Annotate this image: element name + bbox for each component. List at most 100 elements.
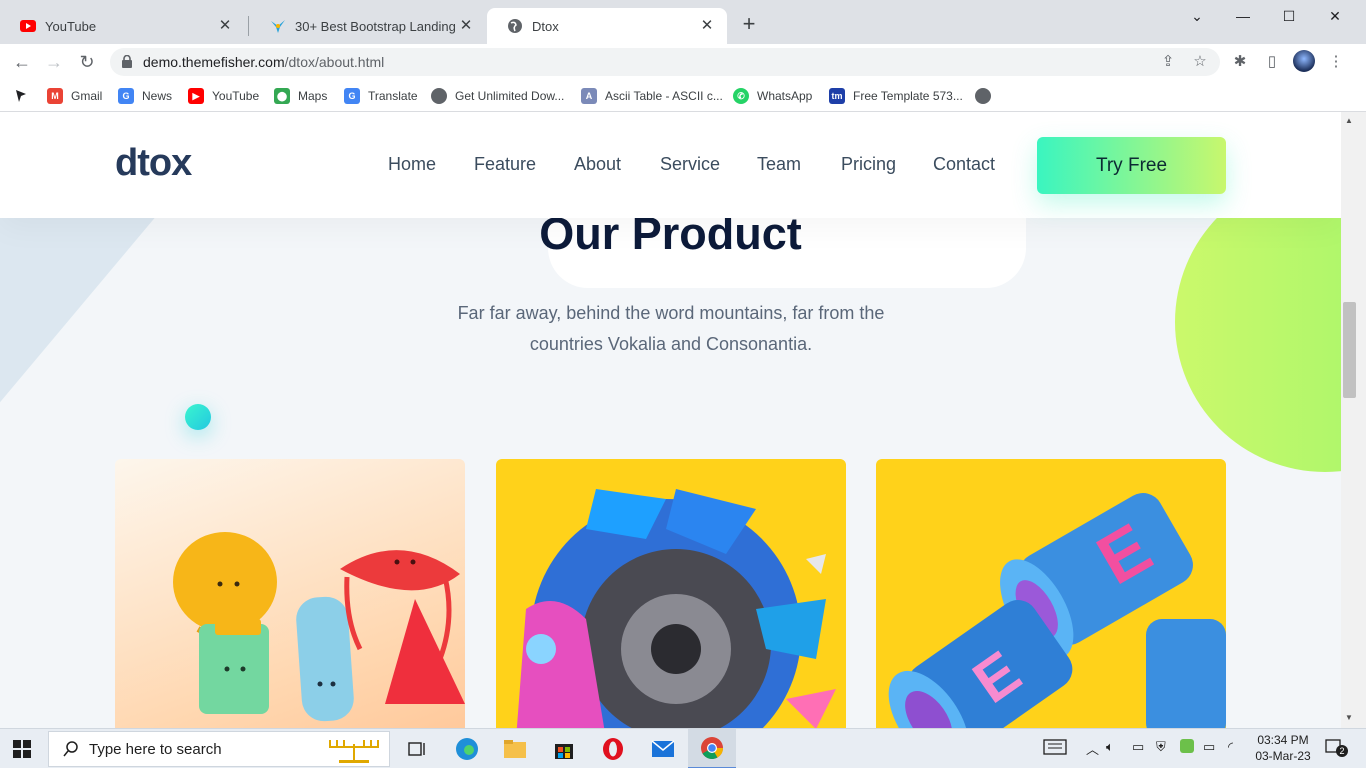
file-explorer-icon[interactable] <box>501 735 529 763</box>
bird-icon <box>270 18 286 34</box>
edge-icon[interactable] <box>453 735 481 763</box>
page-viewport: Our Product Far far away, behind the wor… <box>0 112 1341 728</box>
system-clock[interactable]: 03:34 PM 03-Mar-23 <box>1248 732 1318 764</box>
browser-tab-bar: YouTube ✕ 30+ Best Bootstrap Landing Pag… <box>0 0 1366 44</box>
maps-icon: ⬤ <box>274 88 290 104</box>
volume-icon[interactable]: 🔈︎ <box>1106 739 1114 755</box>
scroll-up-icon[interactable]: ▲ <box>1344 116 1354 126</box>
globe-icon <box>975 88 991 104</box>
bookmark-ascii-table[interactable]: A Ascii Table - ASCII c... <box>581 85 723 107</box>
bookmark-news[interactable]: G News <box>118 85 172 107</box>
bookmark-free-template[interactable]: tm Free Template 573... <box>829 85 963 107</box>
site-header: dtox Home Feature About Service Team Pri… <box>0 112 1341 218</box>
page-scrollbar[interactable]: ▲ ▼ <box>1341 112 1366 728</box>
section-subtitle: Far far away, behind the word mountains,… <box>457 303 885 354</box>
nav-feature[interactable]: Feature <box>474 154 536 175</box>
whatsapp-icon: ✆ <box>733 88 749 104</box>
product-card-cylinders[interactable]: E E <box>876 459 1226 728</box>
windows-taskbar: Type here to search ︿ 🔈︎ ▭ ⛨ ▭ ◜ 03:34 P… <box>0 728 1366 768</box>
address-toolbar: ← → ↻ demo.themefisher.com/dtox/about.ht… <box>0 44 1366 80</box>
chevron-up-icon[interactable]: ︿ <box>1086 739 1099 758</box>
news-icon: G <box>118 88 134 104</box>
product-card-robot[interactable] <box>496 459 846 728</box>
gmail-icon: M <box>47 88 63 104</box>
letter-cylinders-image: E E <box>888 493 1226 728</box>
product-card-toys[interactable] <box>115 459 465 728</box>
taskbar-search-input[interactable]: Type here to search <box>48 731 390 767</box>
maximize-icon[interactable]: ☐ <box>1266 4 1312 28</box>
meet-icon[interactable]: ▭ <box>1132 739 1144 755</box>
robot-head-image <box>516 489 836 728</box>
site-logo[interactable]: dtox <box>115 142 192 185</box>
globe-icon <box>431 88 447 104</box>
nav-service[interactable]: Service <box>660 154 720 175</box>
notification-count: 2 <box>1336 745 1348 757</box>
tab-title: 30+ Best Bootstrap Landing Page <box>295 18 458 34</box>
bookmark-star-icon[interactable]: ☆ <box>1190 52 1210 72</box>
lock-icon <box>122 54 132 68</box>
nav-pricing[interactable]: Pricing <box>841 154 896 175</box>
decorative-dot <box>185 404 211 430</box>
bookmark-translate[interactable]: G Translate <box>344 85 418 107</box>
wifi-icon[interactable]: ◜ <box>1228 739 1233 755</box>
new-tab-icon[interactable]: + <box>738 13 760 36</box>
globe-icon <box>507 18 523 34</box>
reload-icon[interactable]: ↻ <box>75 50 99 74</box>
minimize-icon[interactable]: — <box>1220 4 1266 28</box>
apps-icon[interactable] <box>14 85 28 107</box>
opera-icon[interactable] <box>599 735 627 763</box>
task-view-icon[interactable] <box>403 735 431 763</box>
defender-icon[interactable]: ⛨ <box>1156 739 1166 755</box>
toy-characters-image <box>173 532 465 722</box>
youtube-icon: ▶ <box>188 88 204 104</box>
nav-contact[interactable]: Contact <box>933 154 995 175</box>
back-icon[interactable]: ← <box>10 50 34 74</box>
bookmark-gmail[interactable]: M Gmail <box>47 85 102 107</box>
side-panel-icon[interactable]: ▯ <box>1261 52 1283 72</box>
bookmark-globe[interactable] <box>975 85 999 107</box>
scroll-down-icon[interactable]: ▼ <box>1344 713 1354 723</box>
window-close-icon[interactable]: ✕ <box>1312 4 1358 28</box>
nav-about[interactable]: About <box>574 154 621 175</box>
bookmarks-bar: M Gmail G News ▶ YouTube ⬤ Maps G Translate G… <box>0 80 1366 112</box>
bookmark-get-unlimited[interactable]: Get Unlimited Dow... <box>431 85 564 107</box>
try-free-button[interactable]: Try Free <box>1037 137 1226 194</box>
news-widget-icon[interactable] <box>1043 739 1067 758</box>
tab-search-icon[interactable]: ⌄ <box>1174 4 1220 28</box>
bookmark-maps[interactable]: ⬤ Maps <box>274 85 327 107</box>
menorah-icon <box>325 738 383 768</box>
app-tray-icon[interactable] <box>1180 739 1194 756</box>
scrollbar-thumb[interactable] <box>1343 302 1356 398</box>
battery-icon[interactable]: ▭ <box>1203 739 1215 755</box>
tab-youtube[interactable]: YouTube ✕ <box>0 8 245 44</box>
tab-divider <box>248 16 249 36</box>
search-placeholder: Type here to search <box>89 740 222 758</box>
bookmark-youtube[interactable]: ▶ YouTube <box>188 85 259 107</box>
tab-title: Dtox <box>532 18 559 34</box>
tab-title: YouTube <box>45 18 97 34</box>
nav-team[interactable]: Team <box>757 154 801 175</box>
mail-icon[interactable] <box>649 735 677 763</box>
notification-icon[interactable]: 2 <box>1325 739 1348 760</box>
close-icon[interactable]: ✕ <box>699 18 715 34</box>
tm-icon: tm <box>829 88 845 104</box>
ascii-icon: A <box>581 88 597 104</box>
store-icon[interactable] <box>550 735 578 763</box>
youtube-icon <box>20 18 36 34</box>
extensions-icon[interactable]: ✱ <box>1229 52 1251 72</box>
close-icon[interactable]: ✕ <box>458 18 474 34</box>
windows-start-icon[interactable] <box>13 740 31 758</box>
nav-home[interactable]: Home <box>388 154 436 175</box>
close-icon[interactable]: ✕ <box>217 18 233 34</box>
tab-bootstrap[interactable]: 30+ Best Bootstrap Landing Page ✕ <box>250 8 486 44</box>
address-bar[interactable]: demo.themefisher.com/dtox/about.html ⇪ ☆ <box>110 48 1220 76</box>
avatar[interactable] <box>1293 50 1315 72</box>
search-icon <box>63 741 79 757</box>
forward-icon[interactable]: → <box>42 50 66 74</box>
menu-icon[interactable]: ⋮ <box>1325 52 1347 72</box>
share-icon[interactable]: ⇪ <box>1158 52 1178 72</box>
bookmark-whatsapp[interactable]: ✆ WhatsApp <box>733 85 812 107</box>
chrome-icon[interactable] <box>688 729 736 768</box>
tab-dtox[interactable]: Dtox ✕ <box>487 8 727 44</box>
translate-icon: G <box>344 88 360 104</box>
